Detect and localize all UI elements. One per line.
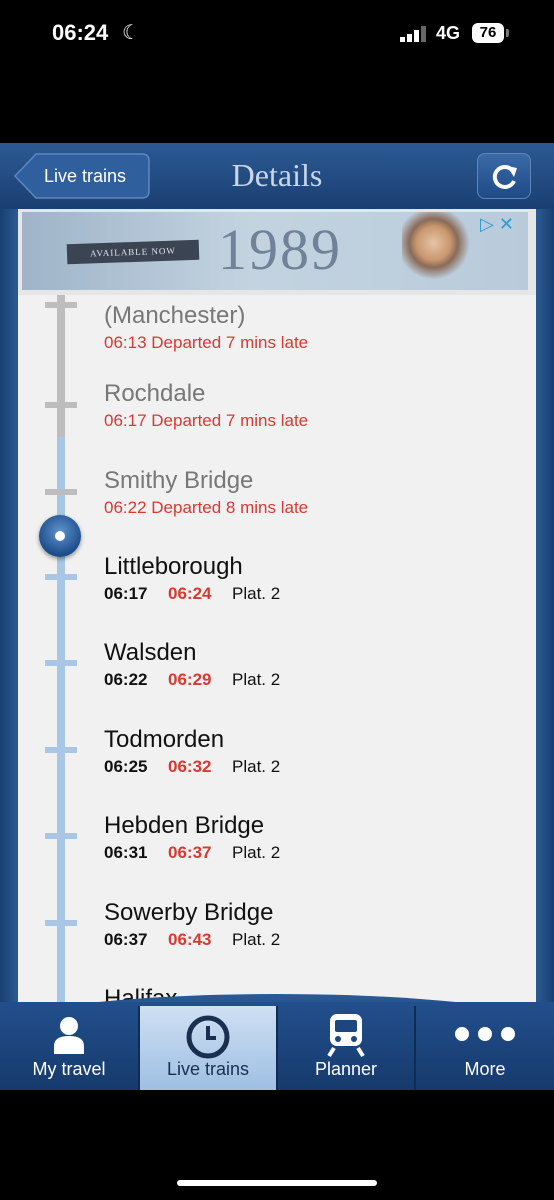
platform: Plat. 2 bbox=[232, 757, 281, 776]
nav-bar: Live trains Details bbox=[0, 143, 554, 209]
timeline-tick bbox=[45, 302, 77, 308]
battery-icon: 76 bbox=[472, 23, 504, 43]
ad-headline: 1989 bbox=[218, 217, 342, 282]
station-row[interactable]: Walsden 06:22 06:29 Plat. 2 bbox=[104, 638, 280, 690]
network-label: 4G bbox=[436, 23, 461, 43]
station-times: 06:17 06:24 Plat. 2 bbox=[104, 584, 280, 604]
platform: Plat. 2 bbox=[232, 584, 281, 603]
ad-choices-icon[interactable]: ▷ ✕ bbox=[480, 214, 524, 234]
scheduled-time: 06:22 bbox=[104, 670, 148, 689]
station-row[interactable]: Littleborough 06:17 06:24 Plat. 2 bbox=[104, 552, 280, 604]
frame-left bbox=[0, 209, 18, 1090]
station-row[interactable]: Hebden Bridge 06:31 06:37 Plat. 2 bbox=[104, 811, 280, 863]
station-times: 06:37 06:43 Plat. 2 bbox=[104, 930, 280, 950]
station-name: Walsden bbox=[104, 639, 197, 666]
expected-time: 06:29 bbox=[168, 670, 212, 689]
expected-time: 06:43 bbox=[168, 930, 212, 949]
platform: Plat. 2 bbox=[232, 930, 281, 949]
station-name: Rochdale bbox=[104, 380, 206, 407]
station-status: 06:13 Departed 7 mins late bbox=[104, 333, 309, 352]
tab-label: Planner bbox=[314, 1059, 378, 1079]
more-dots-icon bbox=[455, 1027, 515, 1041]
station-times: 06:22 06:29 Plat. 2 bbox=[104, 670, 280, 690]
station-name: Hebden Bridge bbox=[104, 812, 265, 839]
station-name: Smithy Bridge bbox=[104, 467, 254, 494]
station-name: Littleborough bbox=[104, 553, 243, 580]
timeline-tick bbox=[45, 574, 77, 580]
tab-live-trains[interactable]: Live trains bbox=[140, 1006, 276, 1090]
scheduled-time: 06:17 bbox=[104, 584, 148, 603]
tab-my-travel[interactable]: My travel bbox=[0, 1006, 138, 1090]
train-icon bbox=[327, 1014, 365, 1058]
ad-photo bbox=[402, 212, 472, 290]
scheduled-time: 06:37 bbox=[104, 930, 148, 949]
journey-details: AVAILABLE NOW 1989 ▷ ✕ Castleton (Manche… bbox=[18, 209, 536, 1090]
tab-bar: My travel Live trains Planner More bbox=[0, 994, 554, 1090]
station-row[interactable]: Smithy Bridge 06:22 Departed 8 mins late bbox=[104, 466, 308, 518]
timeline-tick bbox=[45, 833, 77, 839]
platform: Plat. 2 bbox=[232, 670, 281, 689]
scheduled-time: 06:31 bbox=[104, 843, 148, 862]
ad-image: AVAILABLE NOW 1989 bbox=[22, 212, 528, 290]
page-title: Details bbox=[231, 157, 323, 193]
battery-tip bbox=[506, 29, 509, 37]
ad-pill: AVAILABLE NOW bbox=[66, 239, 200, 265]
station-status: 06:22 Departed 8 mins late bbox=[104, 498, 309, 517]
timeline-passed bbox=[57, 295, 65, 437]
station-times: 06:25 06:32 Plat. 2 bbox=[104, 757, 280, 777]
platform: Plat. 2 bbox=[232, 843, 281, 862]
station-status: 06:17 Departed 7 mins late bbox=[104, 411, 309, 430]
station-row[interactable]: Rochdale 06:17 Departed 7 mins late bbox=[104, 379, 308, 431]
refresh-button[interactable] bbox=[477, 153, 531, 199]
tab-label: My travel bbox=[32, 1059, 106, 1079]
expected-time: 06:37 bbox=[168, 843, 212, 862]
station-name: Todmorden bbox=[104, 726, 225, 753]
station-row[interactable]: Sowerby Bridge 06:37 06:43 Plat. 2 bbox=[104, 898, 280, 950]
timeline-tick bbox=[45, 489, 77, 495]
timeline-tick bbox=[45, 402, 77, 408]
expected-time: 06:32 bbox=[168, 757, 212, 776]
ad-banner[interactable]: AVAILABLE NOW 1989 ▷ ✕ bbox=[18, 209, 536, 295]
home-indicator[interactable] bbox=[177, 1180, 377, 1186]
status-bar: 06:24 ☾ 4G 76 bbox=[0, 0, 554, 70]
app-screen: Live trains Details AVAILABLE NOW 1989 ▷… bbox=[0, 143, 554, 1090]
frame-right bbox=[536, 209, 554, 1090]
timeline-tick bbox=[45, 660, 77, 666]
station-row[interactable]: Todmorden 06:25 06:32 Plat. 2 bbox=[104, 725, 280, 777]
station-name: Sowerby Bridge bbox=[104, 899, 274, 926]
station-times: 06:31 06:37 Plat. 2 bbox=[104, 843, 280, 863]
clock-icon bbox=[186, 1015, 230, 1059]
signal-icon bbox=[400, 26, 426, 42]
person-icon bbox=[54, 1017, 84, 1054]
scheduled-time: 06:25 bbox=[104, 757, 148, 776]
refresh-icon bbox=[492, 164, 517, 189]
tab-planner[interactable]: Planner bbox=[278, 1006, 414, 1090]
expected-time: 06:24 bbox=[168, 584, 212, 603]
tab-label: Live trains bbox=[166, 1059, 250, 1079]
timeline-tick bbox=[45, 747, 77, 753]
moon-icon: ☾ bbox=[122, 22, 140, 44]
station-name-line2: (Manchester) bbox=[104, 302, 246, 329]
tab-more[interactable]: More bbox=[416, 1006, 554, 1090]
current-position-marker bbox=[39, 515, 81, 557]
status-time: 06:24 bbox=[52, 20, 109, 45]
timeline-tick bbox=[45, 920, 77, 926]
tab-label: More bbox=[464, 1059, 506, 1079]
